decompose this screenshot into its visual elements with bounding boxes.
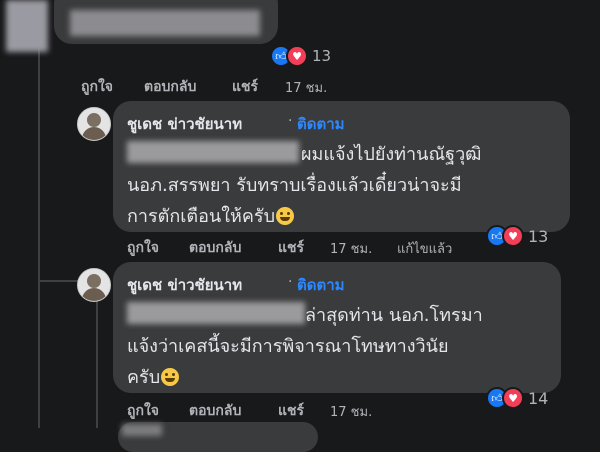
comment-text-line: การตักเตือนให้ครับ [127,201,295,230]
like-button[interactable]: ถูกใจ [81,76,113,98]
separator-dot: · [288,274,293,290]
follow-link[interactable]: ติดตาม [297,273,345,297]
avatar[interactable] [77,107,111,141]
comment-text-line: ผมแจ้งไปยังท่านณัฐวุฒิ [301,144,482,165]
blurred-avatar [6,0,48,52]
heart-icon: ♥ [286,45,308,67]
reply2-reactions[interactable]: 👍︎ ♥ 14 [486,387,548,409]
blurred-mention [127,302,305,324]
blurred-comment-text [70,10,260,36]
separator-dot: · [288,113,293,129]
smiling-face-icon [276,207,295,225]
blurred-avatar [122,424,162,436]
comment-text-line: ครับ [127,362,180,391]
comment-timestamp[interactable]: 17 ชม. [330,238,372,259]
grinning-face-icon [161,368,180,386]
share-button[interactable]: แชร์ [278,237,304,259]
thread-line-main [38,44,40,428]
edited-label[interactable]: แก้ไขแล้ว [397,238,452,259]
avatar[interactable] [77,268,111,302]
reaction-count: 13 [312,47,332,65]
follow-link[interactable]: ติดตาม [297,112,345,136]
thread-line-reply2 [38,280,78,282]
reply-button[interactable]: ตอบกลับ [189,400,241,422]
reaction-count: 13 [528,226,549,246]
heart-icon: ♥ [502,387,524,409]
reply1-reactions[interactable]: 👍︎ ♥ 13 [486,225,548,247]
reply-button[interactable]: ตอบกลับ [189,237,241,259]
heart-icon: ♥ [502,225,524,247]
thread-line-sub [96,300,98,428]
like-button[interactable]: ถูกใจ [127,237,159,259]
author-name[interactable]: ชูเดช ข่าวชัยนาท [127,273,242,297]
comment-text-line: นอภ.สรรพยา รับทราบเรื่องแล้วเดี๋ยวน่าจะม… [127,175,462,196]
blurred-mention [127,141,299,163]
reaction-count: 14 [528,388,549,408]
share-button[interactable]: แชร์ [278,400,304,422]
comment-text-line: แจ้งว่าเคสนี้จะมีการพิจารณาโทษทางวินัย [127,336,449,357]
top-comment-reactions[interactable]: 👍︎ ♥ 13 [270,45,331,67]
share-button[interactable]: แชร์ [232,76,258,98]
like-button[interactable]: ถูกใจ [127,400,159,422]
reply-button[interactable]: ตอบกลับ [144,76,196,98]
comment-timestamp[interactable]: 17 ชม. [330,401,372,422]
author-name[interactable]: ชูเดช ข่าวชัยนาท [127,112,242,136]
comment-timestamp[interactable]: 17 ชม. [285,77,327,98]
comment-text-line: ล่าสุดท่าน นอภ.โทรมา [305,305,483,326]
